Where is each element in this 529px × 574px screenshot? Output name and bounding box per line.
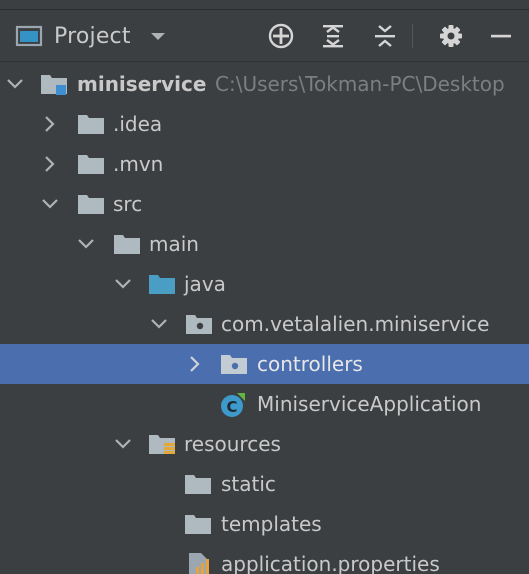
chevron-down-icon[interactable] [76, 234, 96, 254]
folder-icon [184, 512, 212, 536]
tree-item-label: src [113, 192, 143, 216]
tree-row-resources[interactable]: resources [0, 424, 529, 464]
locate-icon[interactable] [268, 23, 294, 49]
tree-row-idea[interactable]: .idea [0, 104, 529, 144]
spring-class-icon: C [219, 392, 247, 417]
folder-icon [184, 472, 212, 496]
expand-all-icon[interactable] [320, 23, 346, 49]
tree-row-main[interactable]: main [0, 224, 529, 264]
chevron-down-icon[interactable] [113, 434, 133, 454]
tree-item-label: .mvn [113, 152, 164, 176]
toolbar-separator [412, 24, 413, 48]
source-folder-icon [148, 272, 176, 296]
project-view-selector[interactable]: Project [14, 21, 167, 51]
folder-icon [113, 232, 141, 256]
package-icon [220, 352, 248, 376]
chevron-down-icon[interactable] [113, 274, 133, 294]
tree-item-label: miniservice [77, 72, 207, 96]
hide-minus-icon[interactable] [488, 23, 514, 49]
project-view-title: Project [54, 23, 131, 49]
tree-item-label: com.vetalalien.miniservice [221, 312, 490, 336]
tree-item-label: MiniserviceApplication [257, 392, 482, 416]
tree-row-miniservice[interactable]: miniservice C:\Users\Tokman-PC\Desktop [0, 64, 529, 104]
folder-icon [77, 152, 105, 176]
tree-row-src[interactable]: src [0, 184, 529, 224]
tree-row-templates[interactable]: templates [0, 504, 529, 544]
project-tree: miniservice C:\Users\Tokman-PC\Desktop .… [0, 62, 529, 574]
tree-item-label: .idea [113, 112, 163, 136]
tree-item-label: static [221, 472, 276, 496]
folder-icon [77, 112, 105, 136]
chevron-down-icon[interactable] [149, 314, 169, 334]
tree-item-label: application.properties [221, 552, 440, 574]
tree-row-controllers[interactable]: controllers [0, 344, 529, 384]
tree-row-miniservice-application[interactable]: C MiniserviceApplication [0, 384, 529, 424]
resources-folder-icon [148, 432, 176, 456]
package-icon [185, 312, 213, 336]
module-path: C:\Users\Tokman-PC\Desktop [215, 72, 505, 96]
tree-item-label: main [149, 232, 199, 256]
folder-icon [77, 192, 105, 216]
tree-row-static[interactable]: static [0, 464, 529, 504]
tree-item-label: templates [221, 512, 322, 536]
window-top-strip [0, 0, 529, 10]
chevron-right-icon[interactable] [185, 354, 205, 374]
project-view-icon [14, 24, 44, 48]
dropdown-arrow-icon[interactable] [149, 27, 167, 46]
properties-file-icon [186, 552, 214, 574]
chevron-right-icon[interactable] [40, 154, 60, 174]
chevron-down-icon[interactable] [40, 194, 60, 214]
project-toolbar: Project [0, 10, 529, 62]
settings-gear-icon[interactable] [438, 23, 464, 49]
svg-text:C: C [226, 398, 237, 416]
tree-row-package-root[interactable]: com.vetalalien.miniservice [0, 304, 529, 344]
tree-row-application-properties[interactable]: application.properties [0, 544, 529, 574]
chevron-down-icon[interactable] [5, 74, 25, 94]
chevron-right-icon[interactable] [40, 114, 60, 134]
tree-row-mvn[interactable]: .mvn [0, 144, 529, 184]
tree-item-label: java [184, 272, 226, 296]
collapse-all-icon[interactable] [372, 23, 398, 49]
tree-row-java[interactable]: java [0, 264, 529, 304]
tree-item-label: controllers [257, 352, 363, 376]
tree-item-label: resources [184, 432, 281, 456]
module-folder-icon [40, 72, 68, 96]
